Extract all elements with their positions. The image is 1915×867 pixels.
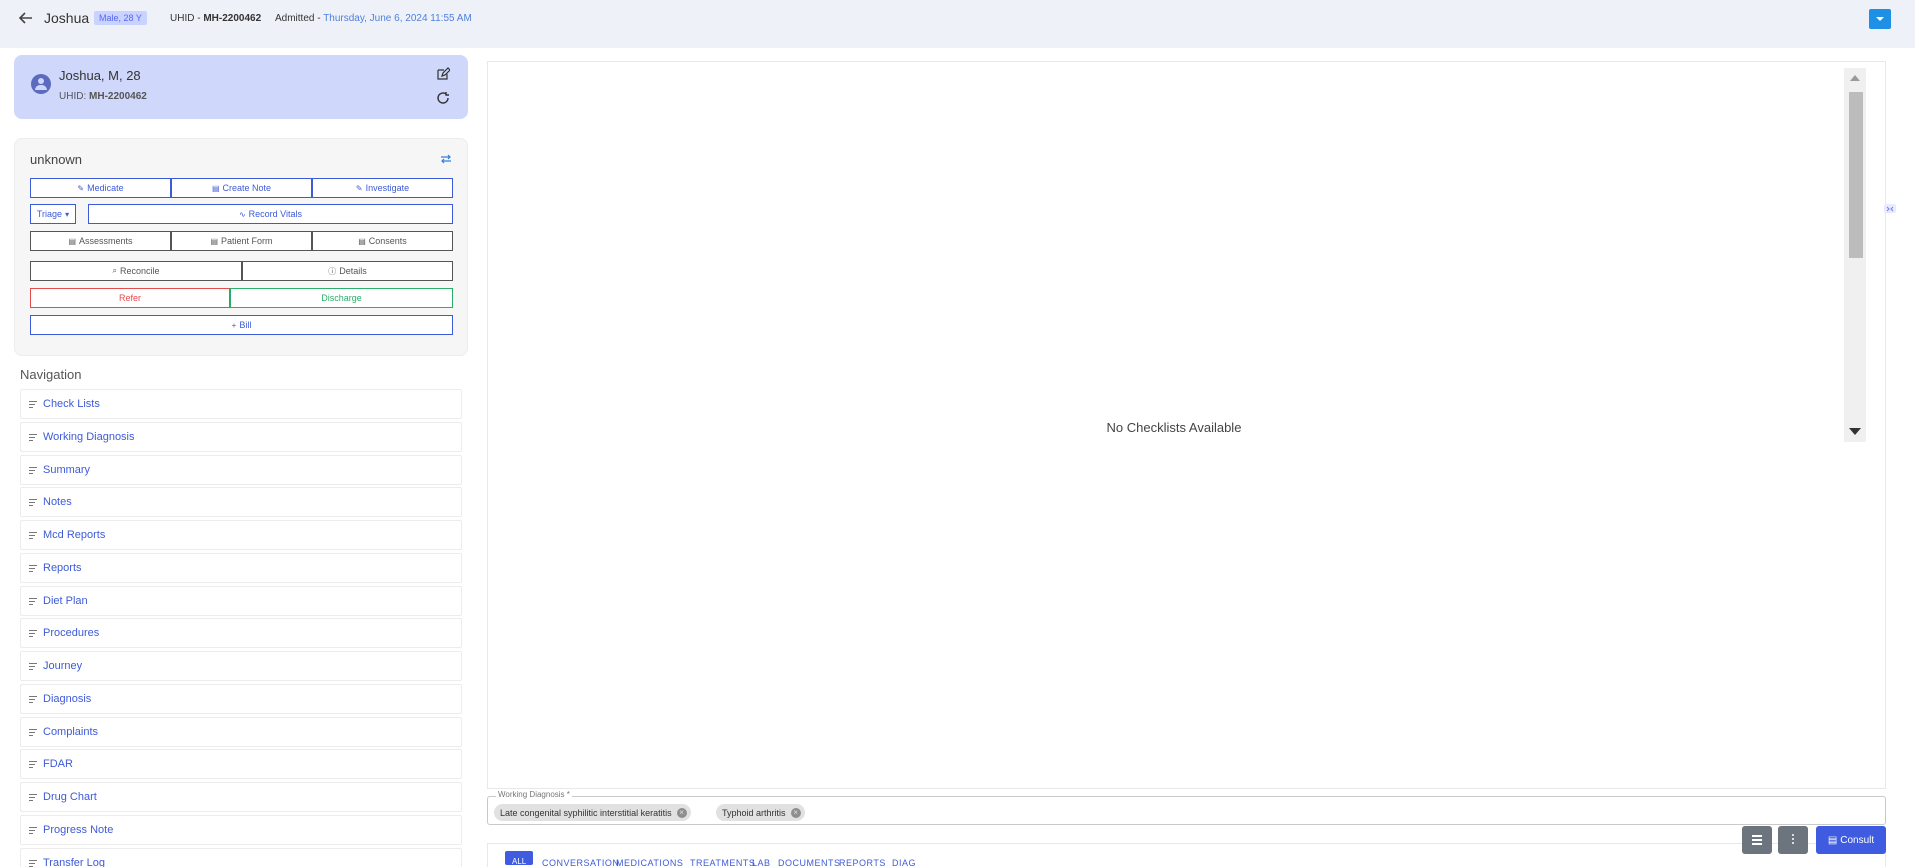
- checklist-scrollbar[interactable]: [1844, 68, 1866, 442]
- diagnosis-chip: Late congenital syphilitic interstitial …: [494, 804, 691, 821]
- nav-item-notes[interactable]: Notes: [20, 487, 462, 517]
- patient-card-name: Joshua, M, 28: [59, 68, 141, 83]
- back-arrow-icon[interactable]: [18, 10, 34, 26]
- sort-lines-icon: [29, 565, 37, 572]
- consult-button[interactable]: ▤ Consult: [1816, 826, 1886, 854]
- top-bar: Joshua Male, 28 Y UHID - MH-2200462 Admi…: [0, 0, 1915, 48]
- document-icon: ▤: [358, 236, 366, 246]
- bill-button[interactable]: + Bill: [30, 315, 453, 335]
- assessments-button[interactable]: ▤ Assessments: [30, 231, 171, 251]
- user-avatar-icon: [31, 74, 51, 94]
- bottom-tabs: ALL CONVERSATION MEDICATIONS TREATMENTS …: [487, 843, 1886, 867]
- create-note-button[interactable]: ▤ Create Note: [171, 178, 312, 198]
- working-diagnosis-field[interactable]: Late congenital syphilitic interstitial …: [487, 796, 1886, 825]
- tab-treatments[interactable]: TREATMENTS: [690, 858, 755, 867]
- swap-icon[interactable]: [440, 153, 452, 165]
- sort-lines-icon: [29, 467, 37, 474]
- more-options-button[interactable]: [1778, 826, 1808, 854]
- tab-lab[interactable]: LAB: [752, 858, 771, 867]
- reconcile-button[interactable]: ⌕ Reconcile: [30, 261, 242, 281]
- tab-documents[interactable]: DOCUMENTS: [778, 858, 841, 867]
- search-icon: ⌕: [112, 266, 117, 275]
- sort-lines-icon: [29, 761, 37, 768]
- sort-lines-icon: [29, 729, 37, 736]
- scroll-thumb[interactable]: [1849, 92, 1863, 258]
- header-dropdown-button[interactable]: [1869, 9, 1891, 29]
- sort-lines-icon: [29, 434, 37, 441]
- navigation-title: Navigation: [20, 367, 82, 382]
- location-label: unknown: [30, 152, 83, 167]
- plus-icon: +: [231, 320, 237, 330]
- sort-lines-icon: [29, 696, 37, 703]
- nav-item-reports[interactable]: Reports: [20, 553, 462, 583]
- refresh-icon[interactable]: [436, 91, 450, 105]
- nav-item-diet-plan[interactable]: Diet Plan: [20, 586, 462, 616]
- nav-item-summary[interactable]: Summary: [20, 455, 462, 485]
- header-patient-name: Joshua: [44, 10, 90, 26]
- nav-item-procedures[interactable]: Procedures: [20, 618, 462, 648]
- empty-checklists-message: No Checklists Available: [1106, 420, 1242, 435]
- sort-lines-icon: [29, 499, 37, 506]
- vertical-dots-icon: [1792, 834, 1794, 846]
- nav-item-progress-note[interactable]: Progress Note: [20, 815, 462, 845]
- test-tube-icon: ✎: [355, 183, 363, 193]
- details-button[interactable]: ⓘ Details: [242, 261, 453, 281]
- form-icon: ▤: [210, 236, 219, 246]
- triage-dropdown[interactable]: Triage ▾: [30, 204, 76, 224]
- record-vitals-button[interactable]: ∿ Record Vitals: [88, 204, 453, 224]
- info-icon: ⓘ: [328, 266, 337, 276]
- nav-item-transfer-log[interactable]: Transfer Log: [20, 848, 462, 867]
- sort-lines-icon: [29, 827, 37, 834]
- caret-down-icon: ▾: [65, 209, 70, 219]
- patient-form-button[interactable]: ▤ Patient Form: [171, 231, 312, 251]
- tab-diag[interactable]: DIAG: [892, 858, 916, 867]
- sort-lines-icon: [29, 860, 37, 867]
- sort-lines-icon: [29, 401, 37, 408]
- sort-lines-icon: [29, 794, 37, 801]
- sort-lines-icon: [29, 598, 37, 605]
- nav-item-diagnosis[interactable]: Diagnosis: [20, 684, 462, 714]
- sort-lines-icon: [29, 630, 37, 637]
- pulse-icon: ∿: [238, 209, 246, 219]
- patient-card-uhid: UHID: MH-2200462: [59, 91, 147, 102]
- consult-icon: ▤: [1827, 834, 1838, 846]
- checklist-panel: No Checklists Available: [487, 61, 1886, 789]
- hamburger-icon: [1752, 835, 1762, 847]
- tab-all[interactable]: ALL: [505, 851, 533, 866]
- scroll-up-arrow-icon[interactable]: [1850, 75, 1860, 81]
- tab-reports[interactable]: REPORTS: [839, 858, 886, 867]
- patient-card: Joshua, M, 28 UHID: MH-2200462: [14, 55, 468, 119]
- header-admitted: Admitted - Thursday, June 6, 2024 11:55 …: [275, 13, 472, 24]
- header-uhid: UHID - MH-2200462: [170, 13, 262, 24]
- sort-lines-icon: [29, 532, 37, 539]
- nav-item-working-diagnosis[interactable]: Working Diagnosis: [20, 422, 462, 452]
- nav-item-fdar[interactable]: FDAR: [20, 749, 462, 779]
- consents-button[interactable]: ▤ Consents: [312, 231, 453, 251]
- tab-conversation[interactable]: CONVERSATION: [542, 858, 619, 867]
- investigate-button[interactable]: ✎ Investigate: [312, 178, 453, 198]
- discharge-button[interactable]: Discharge: [230, 288, 453, 308]
- tab-medications[interactable]: MEDICATIONS: [616, 858, 683, 867]
- chip-remove-icon[interactable]: ×: [790, 807, 801, 818]
- nav-item-journey[interactable]: Journey: [20, 651, 462, 681]
- gender-age-badge: Male, 28 Y: [94, 11, 147, 25]
- edit-icon[interactable]: [436, 67, 450, 81]
- diagnosis-chip: Typhoid arthritis ×: [716, 804, 805, 821]
- nav-item-mcd-reports[interactable]: Mcd Reports: [20, 520, 462, 550]
- working-diagnosis-label: Working Diagnosis *: [496, 790, 572, 799]
- pill-icon: ✎: [77, 183, 85, 193]
- nav-item-drug-chart[interactable]: Drug Chart: [20, 782, 462, 812]
- refer-button[interactable]: Refer: [30, 288, 230, 308]
- nav-item-complaints[interactable]: Complaints: [20, 717, 462, 747]
- collapse-handle-icon[interactable]: [1882, 200, 1898, 216]
- nav-item-check-lists[interactable]: Check Lists: [20, 389, 462, 419]
- medicate-button[interactable]: ✎ Medicate: [30, 178, 171, 198]
- clipboard-icon: ▤: [68, 236, 77, 246]
- note-icon: ▤: [211, 183, 220, 193]
- chip-remove-icon[interactable]: ×: [676, 807, 687, 818]
- actions-card: unknown ✎ Medicate ▤ Create Note ✎ Investig…: [14, 138, 468, 356]
- list-menu-button[interactable]: [1742, 826, 1772, 854]
- sort-lines-icon: [29, 663, 37, 670]
